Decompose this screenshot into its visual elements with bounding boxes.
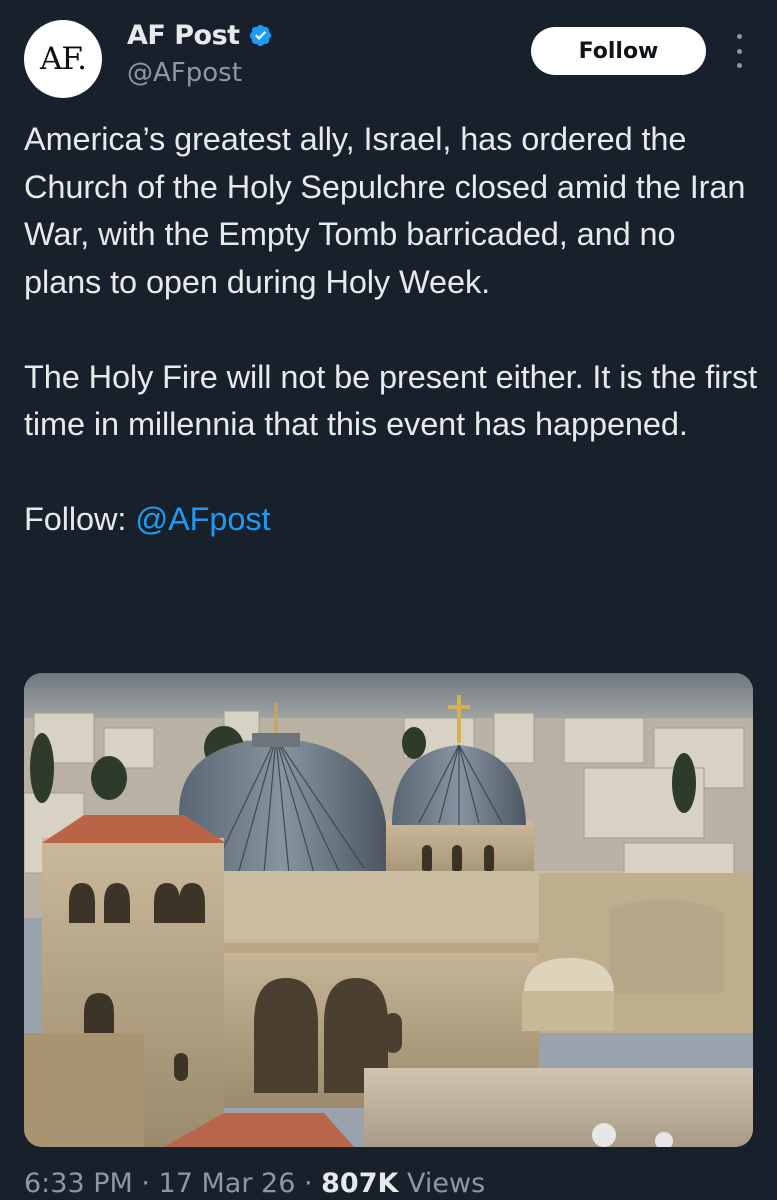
author-display-name[interactable]: AF Post xyxy=(127,20,240,51)
mention-link[interactable]: @AFpost xyxy=(135,501,270,537)
church-photo-illustration xyxy=(24,673,753,1147)
views-label: Views xyxy=(398,1168,486,1199)
tweet-time[interactable]: 6:33 PM xyxy=(24,1168,133,1199)
tweet-follow-line: Follow: @AFpost xyxy=(24,496,759,544)
meta-separator: · xyxy=(295,1168,322,1199)
tweet-photo[interactable] xyxy=(24,673,753,1147)
avatar-logo-text: AF. xyxy=(40,41,87,77)
foreground-wall-left xyxy=(24,1033,144,1147)
big-dome-drum xyxy=(252,733,300,747)
tweet-paragraph-2: The Holy Fire will not be present either… xyxy=(24,358,758,443)
tweet-text: America’s greatest ally, Israel, has ord… xyxy=(24,116,759,544)
more-dot xyxy=(736,63,742,68)
more-dot xyxy=(736,34,742,39)
facade-cornice xyxy=(209,943,539,953)
meta-separator: · xyxy=(132,1168,159,1199)
small-dome-base xyxy=(522,991,614,1031)
tweet-meta: 6:33 PM · 17 Mar 26 · 807K Views xyxy=(24,1168,485,1199)
rotunda xyxy=(609,899,724,993)
tweet-page: AF. AF Post @AFpost Follow America’s gre… xyxy=(0,0,777,1200)
tweet-paragraph-1: America’s greatest ally, Israel, has ord… xyxy=(24,121,746,300)
follow-button[interactable]: Follow xyxy=(531,27,706,75)
foreground-roof xyxy=(364,1068,753,1147)
more-vertical-icon[interactable] xyxy=(727,34,751,68)
author-handle[interactable]: @AFpost xyxy=(127,58,242,88)
views-count: 807K xyxy=(321,1168,399,1199)
author-name-row[interactable]: AF Post xyxy=(127,20,273,51)
verified-badge-icon xyxy=(248,23,273,48)
follow-prefix: Follow: xyxy=(24,501,136,537)
avatar[interactable]: AF. xyxy=(24,20,102,98)
satellite-dish xyxy=(592,1123,616,1147)
tweet-date[interactable]: 17 Mar 26 xyxy=(159,1168,296,1199)
more-dot xyxy=(736,48,742,54)
